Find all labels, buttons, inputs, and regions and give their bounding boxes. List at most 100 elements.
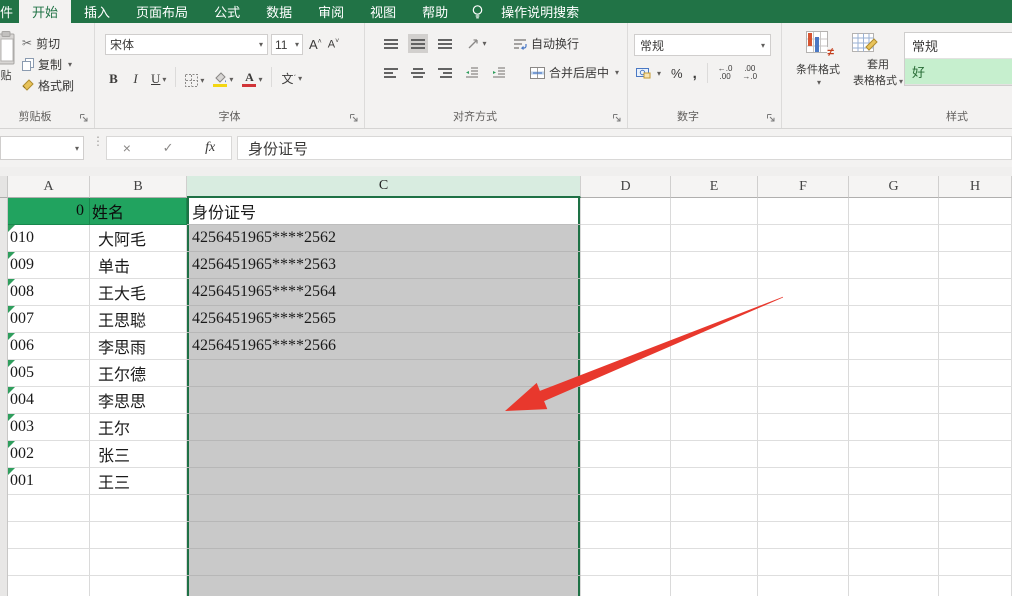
column-header-d[interactable]: D [581, 176, 671, 198]
cell-c10[interactable] [187, 441, 581, 468]
cell-empty[interactable] [581, 522, 671, 549]
number-format-combobox[interactable]: 常规 ▾ [634, 34, 771, 56]
cell-empty[interactable] [758, 576, 849, 596]
cell-empty[interactable] [849, 549, 939, 576]
cell-b8[interactable]: 李思思 [90, 387, 187, 414]
cell-empty[interactable] [849, 522, 939, 549]
cell-empty[interactable] [671, 522, 758, 549]
enter-check-icon[interactable]: ✓ [163, 140, 174, 156]
cell-empty[interactable] [90, 549, 187, 576]
column-header-e[interactable]: E [671, 176, 758, 198]
underline-button[interactable]: U▾ [151, 71, 166, 87]
cell-empty[interactable] [8, 522, 90, 549]
cell-a5[interactable]: 007 [8, 306, 90, 333]
cell-empty[interactable] [90, 576, 187, 596]
cell-empty[interactable] [849, 252, 939, 279]
decrease-indent-button[interactable] [462, 63, 482, 82]
cell-empty[interactable] [849, 495, 939, 522]
tab-page-layout[interactable]: 页面布局 [123, 0, 201, 23]
cell-empty[interactable] [671, 333, 758, 360]
cell-c8[interactable] [187, 387, 581, 414]
cell-empty[interactable] [939, 279, 1012, 306]
cell-empty[interactable] [671, 306, 758, 333]
cell-empty[interactable] [758, 279, 849, 306]
cell-empty[interactable] [758, 387, 849, 414]
name-box[interactable]: ▾ [0, 136, 84, 160]
cell-empty[interactable] [581, 360, 671, 387]
cell-empty[interactable] [581, 576, 671, 596]
cell-b4[interactable]: 王大毛 [90, 279, 187, 306]
cell-empty[interactable] [939, 468, 1012, 495]
cell-empty[interactable] [939, 198, 1012, 225]
select-all-corner[interactable] [0, 176, 8, 198]
cell-empty[interactable] [939, 333, 1012, 360]
tab-formulas[interactable]: 公式 [201, 0, 253, 23]
cell-b3[interactable]: 单击 [90, 252, 187, 279]
column-header-a[interactable]: A [8, 176, 90, 198]
dialog-launcher-icon[interactable] [349, 113, 359, 123]
cell-empty[interactable] [187, 549, 581, 576]
cell-empty[interactable] [671, 495, 758, 522]
tab-data[interactable]: 数据 [253, 0, 305, 23]
cell-c2[interactable]: 4256451965****2562 [187, 225, 581, 252]
cell-empty[interactable] [939, 441, 1012, 468]
cell-empty[interactable] [849, 333, 939, 360]
percent-style-button[interactable]: % [671, 66, 683, 81]
cell-empty[interactable] [939, 495, 1012, 522]
cell-a7[interactable]: 005 [8, 360, 90, 387]
cell-empty[interactable] [939, 414, 1012, 441]
formula-bar-drag-handle[interactable]: ⋮ [92, 138, 104, 145]
merge-center-button[interactable]: 合并后居中 ▾ [530, 64, 619, 82]
row-header-strip[interactable] [0, 198, 8, 596]
cell-c11[interactable] [187, 468, 581, 495]
cell-empty[interactable] [581, 333, 671, 360]
insert-function-button[interactable]: fx [205, 140, 215, 156]
cell-empty[interactable] [581, 441, 671, 468]
font-name-combobox[interactable]: 宋体 ▾ [105, 34, 268, 55]
column-header-h[interactable]: H [939, 176, 1012, 198]
cell-empty[interactable] [671, 360, 758, 387]
cell-c9[interactable] [187, 414, 581, 441]
cell-b11[interactable]: 王三 [90, 468, 187, 495]
cell-empty[interactable] [758, 522, 849, 549]
cell-empty[interactable] [581, 225, 671, 252]
cell-empty[interactable] [581, 279, 671, 306]
cell-a9[interactable]: 003 [8, 414, 90, 441]
align-middle-button[interactable] [408, 34, 428, 53]
cell-empty[interactable] [581, 252, 671, 279]
cell-empty[interactable] [849, 225, 939, 252]
cell-empty[interactable] [849, 441, 939, 468]
cell-empty[interactable] [581, 549, 671, 576]
font-size-combobox[interactable]: 11 ▾ [271, 34, 303, 55]
cell-empty[interactable] [8, 495, 90, 522]
cell-empty[interactable] [671, 414, 758, 441]
cell-empty[interactable] [758, 495, 849, 522]
cell-a11[interactable]: 001 [8, 468, 90, 495]
column-header-f[interactable]: F [758, 176, 849, 198]
cell-empty[interactable] [581, 468, 671, 495]
cell-empty[interactable] [671, 198, 758, 225]
tell-me-search[interactable]: 操作说明搜索 [488, 0, 592, 23]
cell-empty[interactable] [758, 414, 849, 441]
cell-empty[interactable] [581, 198, 671, 225]
cell-empty[interactable] [939, 225, 1012, 252]
cell-a2[interactable]: 010 [8, 225, 90, 252]
cell-b1[interactable]: 姓名 [90, 198, 187, 225]
cell-a4[interactable]: 008 [8, 279, 90, 306]
cell-style-good[interactable]: 好 [905, 59, 1012, 85]
decrease-font-size-button[interactable]: A˅ [328, 38, 339, 51]
tab-review[interactable]: 审阅 [305, 0, 357, 23]
align-bottom-button[interactable] [435, 34, 455, 53]
cell-empty[interactable] [758, 306, 849, 333]
cell-empty[interactable] [671, 387, 758, 414]
cancel-icon[interactable]: × [123, 140, 131, 156]
cell-b9[interactable]: 王尔 [90, 414, 187, 441]
orientation-button[interactable]: ▾ [462, 34, 492, 53]
tab-home[interactable]: 开始 [19, 0, 71, 23]
column-header-b[interactable]: B [90, 176, 187, 198]
cell-c3[interactable]: 4256451965****2563 [187, 252, 581, 279]
tab-view[interactable]: 视图 [357, 0, 409, 23]
cell-a6[interactable]: 006 [8, 333, 90, 360]
formula-input[interactable]: 身份证号 [237, 136, 1012, 160]
borders-button[interactable]: ▾ [185, 74, 204, 87]
